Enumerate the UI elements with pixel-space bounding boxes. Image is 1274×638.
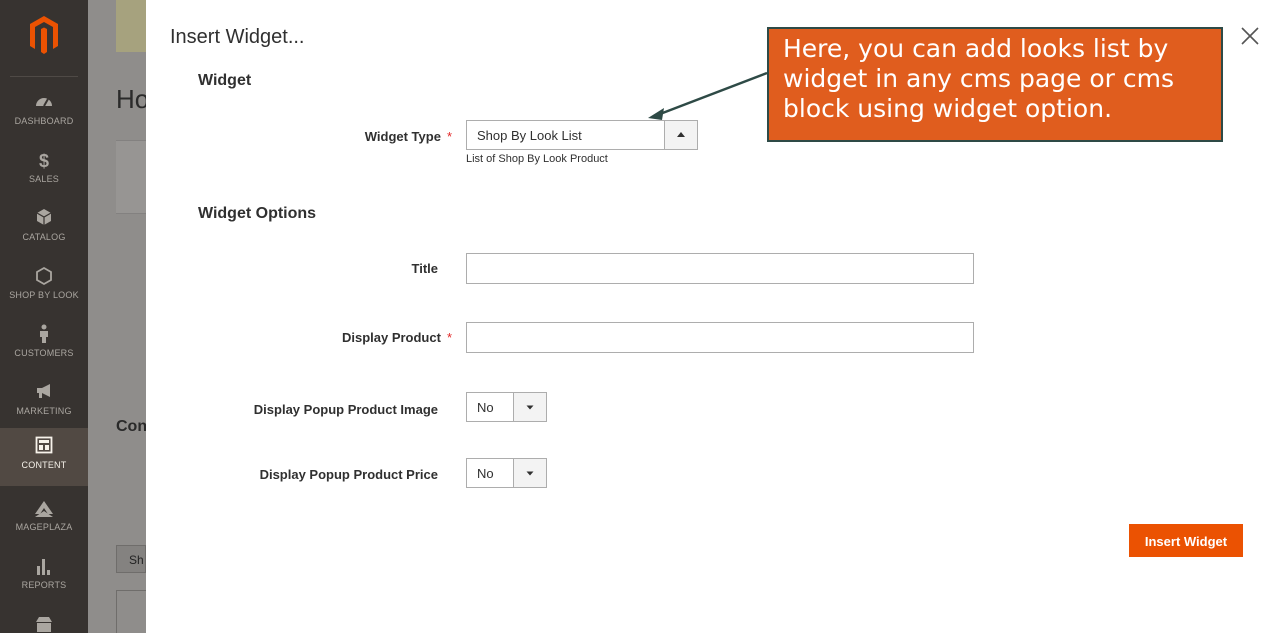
hexagon-icon: [0, 266, 88, 288]
nav-label: CONTENT: [21, 460, 67, 470]
required-mark: *: [446, 330, 452, 345]
nav-mageplaza[interactable]: MAGEPLAZA: [0, 490, 88, 548]
nav-marketing[interactable]: MARKETING: [0, 374, 88, 432]
popup-price-label: Display Popup Product Price: [259, 467, 438, 482]
background-page-overlay: Ho Con Sh: [88, 0, 146, 633]
section-widget-heading: Widget: [198, 72, 252, 89]
nav-label: DASHBOARD: [14, 116, 74, 126]
nav-sales[interactable]: $ SALES: [0, 142, 88, 200]
store-icon: [0, 616, 88, 638]
nav-content[interactable]: CONTENT: [0, 428, 88, 486]
popup-price-value: No: [477, 466, 494, 481]
box-icon: [0, 208, 88, 230]
nav-label: MARKETING: [16, 406, 72, 416]
popup-image-value: No: [477, 400, 494, 415]
background-page-title: Ho: [116, 84, 146, 114]
close-icon[interactable]: [1238, 24, 1262, 48]
popup-price-select[interactable]: No: [466, 458, 547, 488]
nav-customers[interactable]: CUSTOMERS: [0, 316, 88, 374]
select-toggle[interactable]: [664, 121, 697, 149]
widget-type-note: List of Shop By Look Product: [466, 153, 608, 165]
required-mark: *: [446, 129, 452, 144]
background-editor-box: [116, 590, 146, 633]
dollar-icon: $: [38, 151, 49, 171]
background-notice: [116, 0, 146, 52]
insert-widget-button[interactable]: Insert Widget: [1129, 524, 1243, 557]
display-product-label: Display Product *: [192, 330, 452, 345]
nav-reports[interactable]: REPORTS: [0, 548, 88, 606]
mageplaza-icon: [0, 498, 88, 520]
nav-label: MAGEPLAZA: [15, 522, 73, 532]
background-button: Sh: [116, 545, 146, 573]
display-product-label-text: Display Product: [341, 330, 441, 345]
layout-icon: [0, 436, 88, 458]
modal-title: Insert Widget...: [170, 26, 305, 48]
nav-dashboard[interactable]: DASHBOARD: [0, 84, 88, 142]
admin-sidebar: DASHBOARD $ SALES CATALOG SHOP BY LOOK C…: [0, 0, 88, 633]
section-options-heading: Widget Options: [198, 205, 317, 222]
background-panel: [116, 140, 146, 214]
magento-logo[interactable]: [0, 0, 88, 76]
popup-image-select[interactable]: No: [466, 392, 547, 422]
annotation-callout: Here, you can add looks list by widget i…: [767, 27, 1223, 142]
widget-type-value: Shop By Look List: [477, 128, 582, 143]
chevron-down-icon[interactable]: [513, 459, 546, 487]
nav-stores[interactable]: [0, 606, 88, 633]
bar-chart-icon: [0, 556, 88, 578]
popup-image-label: Display Popup Product Image: [253, 402, 438, 417]
nav-label: CUSTOMERS: [14, 348, 74, 358]
nav-shop-by-look[interactable]: SHOP BY LOOK: [0, 258, 88, 316]
chevron-down-icon[interactable]: [513, 393, 546, 421]
nav-label: CATALOG: [22, 232, 66, 242]
nav-label: SHOP BY LOOK: [9, 290, 79, 300]
widget-type-label: Widget Type *: [192, 129, 452, 144]
megaphone-icon: [0, 382, 88, 404]
widget-type-label-text: Widget Type: [364, 129, 441, 144]
nav-label: SALES: [28, 174, 60, 184]
background-content-heading: Con: [116, 418, 146, 435]
dashboard-icon: [0, 92, 88, 114]
nav-label: REPORTS: [21, 580, 67, 590]
title-label: Title: [411, 261, 439, 276]
person-icon: [0, 324, 88, 346]
display-product-input[interactable]: [466, 322, 974, 353]
sidebar-divider: [10, 76, 78, 77]
widget-type-select[interactable]: Shop By Look List: [466, 120, 698, 150]
title-input[interactable]: [466, 253, 974, 284]
nav-catalog[interactable]: CATALOG: [0, 200, 88, 258]
